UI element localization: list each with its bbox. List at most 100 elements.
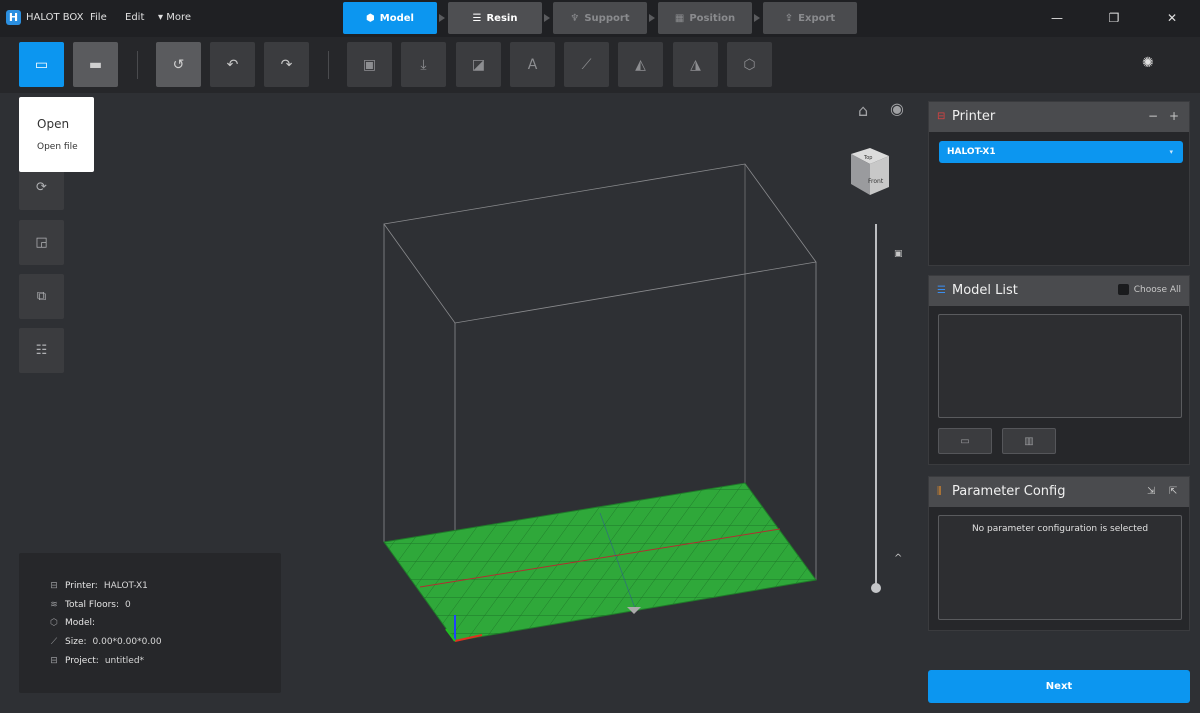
- import-model-button[interactable]: ▭: [938, 428, 992, 454]
- parameter-config-area: No parameter configuration is selected: [938, 515, 1182, 620]
- layers-icon: ≋: [50, 600, 58, 610]
- model-list-area[interactable]: [938, 314, 1182, 418]
- volume-top-face: [383, 163, 817, 324]
- menu-file[interactable]: File: [90, 12, 107, 23]
- home-view-icon[interactable]: ⌂: [858, 101, 868, 120]
- layer-slider-thumb[interactable]: [871, 583, 881, 593]
- menu-more[interactable]: ▾ More: [158, 12, 191, 23]
- scale-icon: ◲: [35, 235, 48, 250]
- view-cube-top-label: Top: [863, 155, 872, 161]
- undo-icon: ↶: [226, 56, 239, 73]
- loading-spinner-icon[interactable]: ✺: [1142, 55, 1154, 71]
- list-icon: ☷: [35, 343, 48, 358]
- printer-panel: ⊟ Printer − + HALOT-X1 ▾: [928, 101, 1190, 266]
- checkbox-box: [1117, 284, 1129, 295]
- hollow-icon: ▣: [362, 56, 377, 73]
- toolbar: ▭ ▬ ↺ ↶ ↷ ▣ ⤓ ◪ A ⟋ ◭ ◮ ⬡ ✺: [0, 37, 1200, 93]
- minimize-window-button[interactable]: —: [1049, 10, 1065, 26]
- step-resin[interactable]: ☰ Resin: [448, 2, 542, 34]
- duplicate-button[interactable]: ⧉: [19, 274, 64, 319]
- repair-button[interactable]: ◭: [618, 42, 663, 87]
- ruler-icon: ⟋: [581, 56, 592, 73]
- printer-panel-title: Printer: [952, 109, 996, 124]
- sliders-icon: ☰: [472, 12, 482, 24]
- hexagon-icon: ⬡: [743, 56, 756, 73]
- layer-top-icon[interactable]: ▣: [894, 249, 903, 259]
- reset-button[interactable]: ↺: [156, 42, 201, 87]
- undo-button[interactable]: ↶: [210, 42, 255, 87]
- info-project-row: ⊟ Project: untitled*: [50, 656, 145, 666]
- caret-down-icon: ▾: [158, 12, 164, 23]
- printer-panel-header: ⊟ Printer − +: [929, 102, 1189, 132]
- parameter-config-header: ⫼ Parameter Config ⇲ ⇱: [929, 477, 1189, 507]
- project-icon: ⊟: [50, 656, 58, 666]
- step-model[interactable]: ⬢ Model: [343, 2, 437, 34]
- folder-icon: ▬: [88, 56, 103, 73]
- cube-icon: ⬢: [366, 12, 375, 24]
- scale-button[interactable]: ◲: [19, 220, 64, 265]
- measure-button[interactable]: ⟋: [564, 42, 609, 87]
- step-arrow-icon: [649, 14, 655, 22]
- layer-slider-track[interactable]: [875, 224, 877, 588]
- menu-edit[interactable]: Edit: [125, 12, 144, 23]
- redo-icon: ↷: [280, 56, 293, 73]
- printer-select[interactable]: HALOT-X1 ▾: [939, 141, 1183, 163]
- info-floors-row: ≋ Total Floors: 0: [50, 600, 131, 610]
- printer-icon: ⊟: [50, 581, 58, 591]
- step-arrow-icon: [544, 14, 550, 22]
- trash-icon: ▥: [1024, 435, 1034, 447]
- ruler-icon: ⟋: [50, 637, 58, 647]
- step-export[interactable]: ⇪ Export: [763, 2, 857, 34]
- export-icon: ⇪: [784, 12, 794, 24]
- model-list-title: Model List: [952, 283, 1018, 298]
- eraser-icon: ◭: [635, 56, 646, 73]
- settings-cube-button[interactable]: ⬡: [727, 42, 772, 87]
- restore-window-button[interactable]: ❐: [1106, 10, 1122, 26]
- printer-icon: ⊟: [937, 111, 946, 122]
- step-support[interactable]: ♆ Support: [553, 2, 647, 34]
- app-logo: H: [6, 10, 21, 25]
- info-size-row: ⟋ Size: 0.00*0.00*0.00: [50, 637, 162, 647]
- list-icon: ☰: [937, 285, 946, 296]
- download-tray-icon: ⤓: [420, 56, 427, 73]
- collapse-minus-button[interactable]: −: [1148, 109, 1158, 123]
- app-title: HALOT BOX: [26, 12, 84, 23]
- folder-open-icon: ▭: [34, 56, 49, 73]
- open-file-menu-item[interactable]: Open file: [37, 142, 78, 152]
- folder-icon: ▭: [960, 435, 970, 447]
- cut-button[interactable]: ◪: [456, 42, 501, 87]
- choose-all-checkbox[interactable]: Choose All: [1117, 284, 1181, 295]
- view-cube-front-label: Front: [868, 178, 884, 185]
- params-icon: ⫼: [937, 486, 942, 497]
- support-icon: ♆: [570, 12, 580, 24]
- model-list-panel: ☰ Model List Choose All ▭ ▥: [928, 275, 1190, 465]
- close-window-button[interactable]: ✕: [1164, 10, 1180, 26]
- mirror-button[interactable]: ◮: [673, 42, 718, 87]
- info-model-row: ⬡ Model:: [50, 618, 96, 628]
- step-position[interactable]: ▦ Position: [658, 2, 752, 34]
- model-list-header: ☰ Model List Choose All: [929, 276, 1189, 306]
- open-project-button[interactable]: ▬: [73, 42, 118, 87]
- title-bar: H HALOT BOX File Edit ▾ More ⬢ Model ☰ Res…: [0, 0, 1200, 37]
- import-config-icon[interactable]: ⇲: [1147, 486, 1155, 497]
- open-file-button[interactable]: ▭: [19, 42, 64, 87]
- drop-to-platform-button[interactable]: ⤓: [401, 42, 446, 87]
- cut-icon: ◪: [471, 56, 486, 73]
- hollow-button[interactable]: ▣: [347, 42, 392, 87]
- delete-model-button[interactable]: ▥: [1002, 428, 1056, 454]
- info-printer-row: ⊟ Printer: HALOT-X1: [50, 581, 148, 591]
- export-config-icon[interactable]: ⇱: [1169, 486, 1177, 497]
- toolbar-divider: [328, 51, 329, 79]
- redo-button[interactable]: ↷: [264, 42, 309, 87]
- parameter-config-panel: ⫼ Parameter Config ⇲ ⇱ No parameter conf…: [928, 476, 1190, 631]
- next-button[interactable]: Next: [928, 670, 1190, 703]
- chevron-up-icon[interactable]: ^: [894, 553, 902, 564]
- parameter-config-title: Parameter Config: [952, 484, 1066, 499]
- eye-icon[interactable]: ◉: [890, 99, 904, 118]
- add-printer-button[interactable]: +: [1169, 109, 1179, 123]
- step-arrow-icon: [754, 14, 760, 22]
- text-button[interactable]: A: [510, 42, 555, 87]
- history-icon: ↺: [172, 56, 185, 73]
- layout-button[interactable]: ☷: [19, 328, 64, 373]
- toolbar-divider: [137, 51, 138, 79]
